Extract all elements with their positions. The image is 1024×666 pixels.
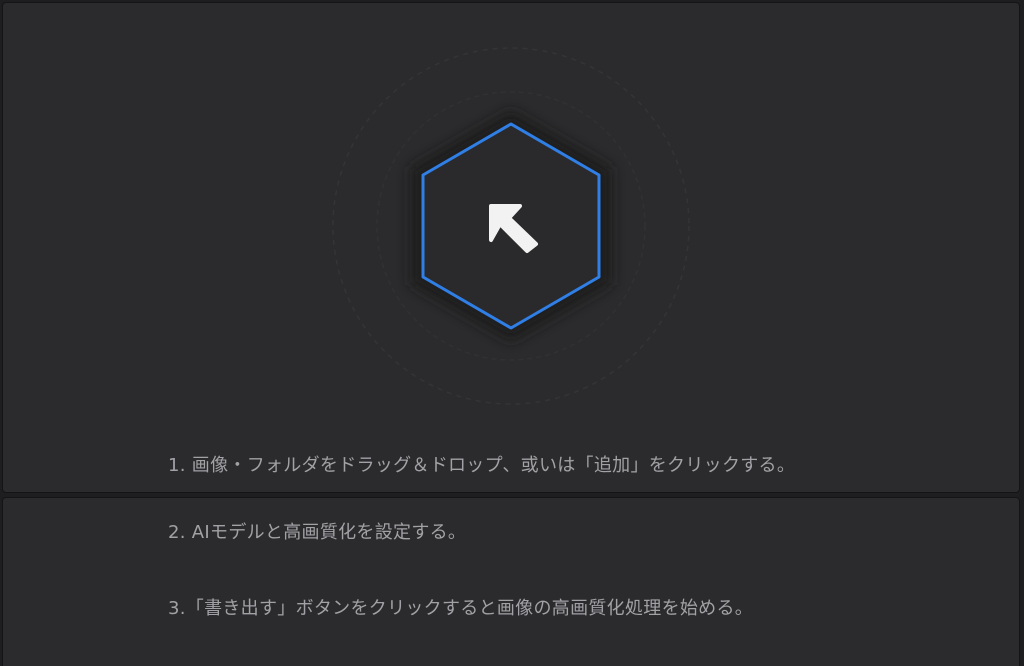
instructions-panel [2,497,1020,666]
drop-zone[interactable] [2,2,1020,493]
instruction-step-2: 2. AIモデルと高画質化を設定する。 [168,522,467,543]
instruction-step-1: 1. 画像・フォルダをドラッグ＆ドロップ、或いは「追加」をクリックする。 [168,455,796,476]
app-window: 1. 画像・フォルダをドラッグ＆ドロップ、或いは「追加」をクリックする。 2. … [0,0,1024,666]
instruction-step-3: 3.「書き出す」ボタンをクリックすると画像の高画質化処理を始める。 [168,598,754,619]
